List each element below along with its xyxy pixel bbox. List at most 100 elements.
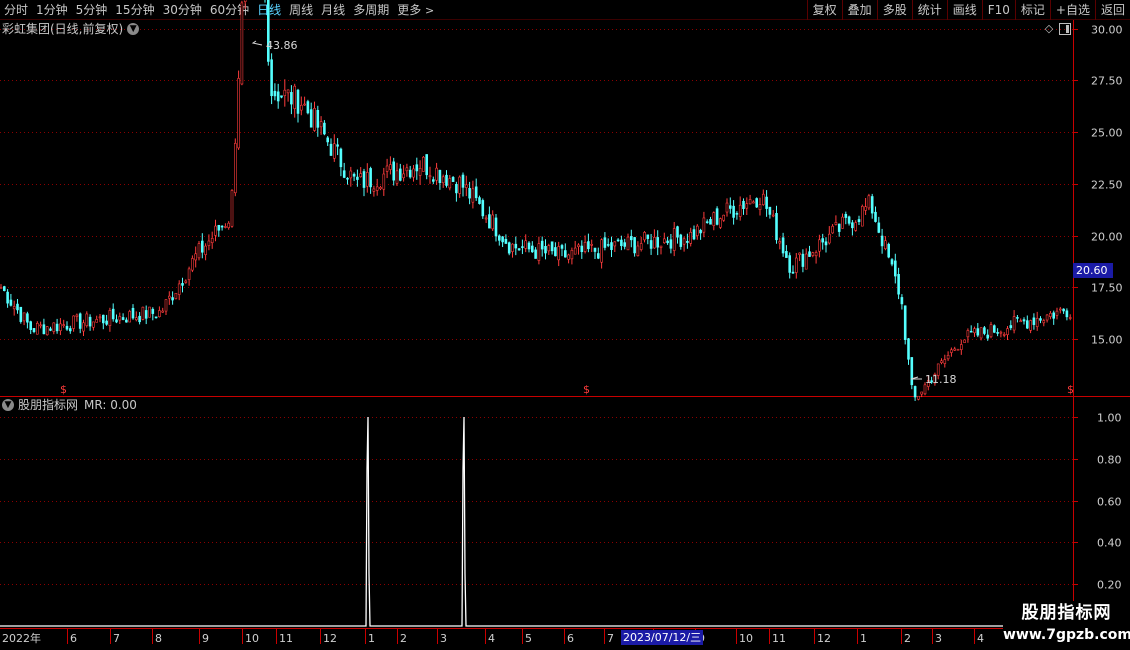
candle-body <box>837 223 841 232</box>
candle-body <box>870 196 874 214</box>
candle-body <box>738 204 742 217</box>
candle-body <box>168 295 171 299</box>
candle-body <box>517 248 521 251</box>
candle-body <box>85 313 89 326</box>
candle-body <box>702 217 706 233</box>
candle-body <box>22 312 26 322</box>
indicator-lines <box>0 416 1073 627</box>
candle-body <box>431 179 435 182</box>
candle-body <box>620 239 623 247</box>
candle-body <box>187 268 191 280</box>
candle-body <box>758 204 762 210</box>
candle-body <box>1068 317 1072 319</box>
candle-body <box>798 252 801 255</box>
x-tick-label: 10 <box>245 632 259 645</box>
candle-body <box>418 167 422 176</box>
candle-body <box>656 237 660 248</box>
candle-body <box>1059 308 1062 311</box>
candle-body <box>59 323 62 332</box>
candle-body <box>636 245 640 257</box>
candle-body <box>725 202 729 213</box>
candle-body <box>1039 318 1042 321</box>
candle-body <box>940 360 943 363</box>
candle-body <box>900 297 904 305</box>
panel-toggle-icon[interactable] <box>1059 23 1071 35</box>
candle-body <box>356 176 359 180</box>
chevron-down-icon[interactable]: ▼ <box>2 399 14 411</box>
dividend-marker[interactable]: $ <box>583 383 590 396</box>
candle-body <box>761 193 765 205</box>
candle-body <box>276 91 280 102</box>
chart-area[interactable]: 15.0017.5020.0022.5025.0027.5030.0032.50… <box>0 0 1130 650</box>
candle-body <box>161 310 164 313</box>
x-tick-label: 3 <box>440 632 447 645</box>
candle-body <box>415 164 419 172</box>
candle-body <box>913 386 917 398</box>
candle-body <box>554 247 557 257</box>
candle-body <box>98 316 102 319</box>
dividend-marker[interactable]: $ <box>1067 383 1074 396</box>
x-tick-label: 4 <box>977 632 984 645</box>
candle-body <box>719 218 722 228</box>
candle-body <box>230 190 234 227</box>
candle-body <box>125 319 128 323</box>
x-tick-label: 11 <box>279 632 293 645</box>
main-chart-title: 彩虹集团(日线,前复权) ▼ <box>2 21 140 37</box>
candle-body <box>629 236 633 241</box>
candle-body <box>405 167 409 172</box>
candle-body <box>306 101 310 114</box>
candle-body <box>590 244 594 246</box>
candle-body <box>662 238 666 244</box>
candle-body <box>616 239 620 242</box>
candle-body <box>121 317 125 320</box>
x-tick-label: 6 <box>567 632 574 645</box>
x-tick-label: 9 <box>202 632 209 645</box>
candle-body <box>448 178 452 189</box>
indicator-value: MR: 0.00 <box>84 398 137 412</box>
candle-body <box>907 338 910 360</box>
candle-body <box>422 156 425 172</box>
x-tick-label: 7 <box>607 632 614 645</box>
candle-body <box>534 249 537 259</box>
candle-body <box>880 235 884 247</box>
diamond-icon[interactable]: ◇ <box>1042 22 1056 36</box>
candle-body <box>649 240 653 249</box>
y-tick-label: 0.40 <box>1097 537 1122 550</box>
candle-body <box>788 255 792 273</box>
candle-body <box>332 143 336 159</box>
chevron-down-icon[interactable]: ▼ <box>127 23 140 35</box>
candle-body <box>184 280 188 283</box>
candle-body <box>148 306 151 318</box>
candle-body <box>613 241 617 247</box>
dividend-marker[interactable]: $ <box>60 383 67 396</box>
candle-body <box>686 240 689 243</box>
candle-body <box>273 90 277 97</box>
candle-body <box>1049 312 1052 317</box>
candle-body <box>481 200 485 217</box>
candle-body <box>808 251 811 257</box>
candle-body <box>389 164 392 170</box>
candle-body <box>956 348 960 351</box>
candle-body <box>55 323 59 332</box>
candle-body <box>593 247 597 252</box>
candle-body <box>369 168 372 188</box>
y-tick-label: 0.60 <box>1097 496 1122 509</box>
candle-body <box>989 324 993 338</box>
candle-body <box>478 197 481 204</box>
x-tick-label: 1 <box>368 632 375 645</box>
indicator-title: ▼ 股朋指标网 MR: 0.00 <box>2 397 137 413</box>
candle-body <box>903 305 907 340</box>
candle-body <box>557 246 561 261</box>
candle-body <box>728 205 732 209</box>
candle-body <box>16 303 19 311</box>
candle-body <box>547 245 551 252</box>
candle-body <box>408 169 412 178</box>
candle-body <box>983 327 986 334</box>
candle-body <box>1062 308 1065 312</box>
candle-body <box>695 225 699 236</box>
candle-body <box>672 228 676 251</box>
candle-body <box>752 201 755 204</box>
candle-body <box>560 245 564 249</box>
candle-body <box>488 214 491 229</box>
candle-body <box>362 171 366 188</box>
